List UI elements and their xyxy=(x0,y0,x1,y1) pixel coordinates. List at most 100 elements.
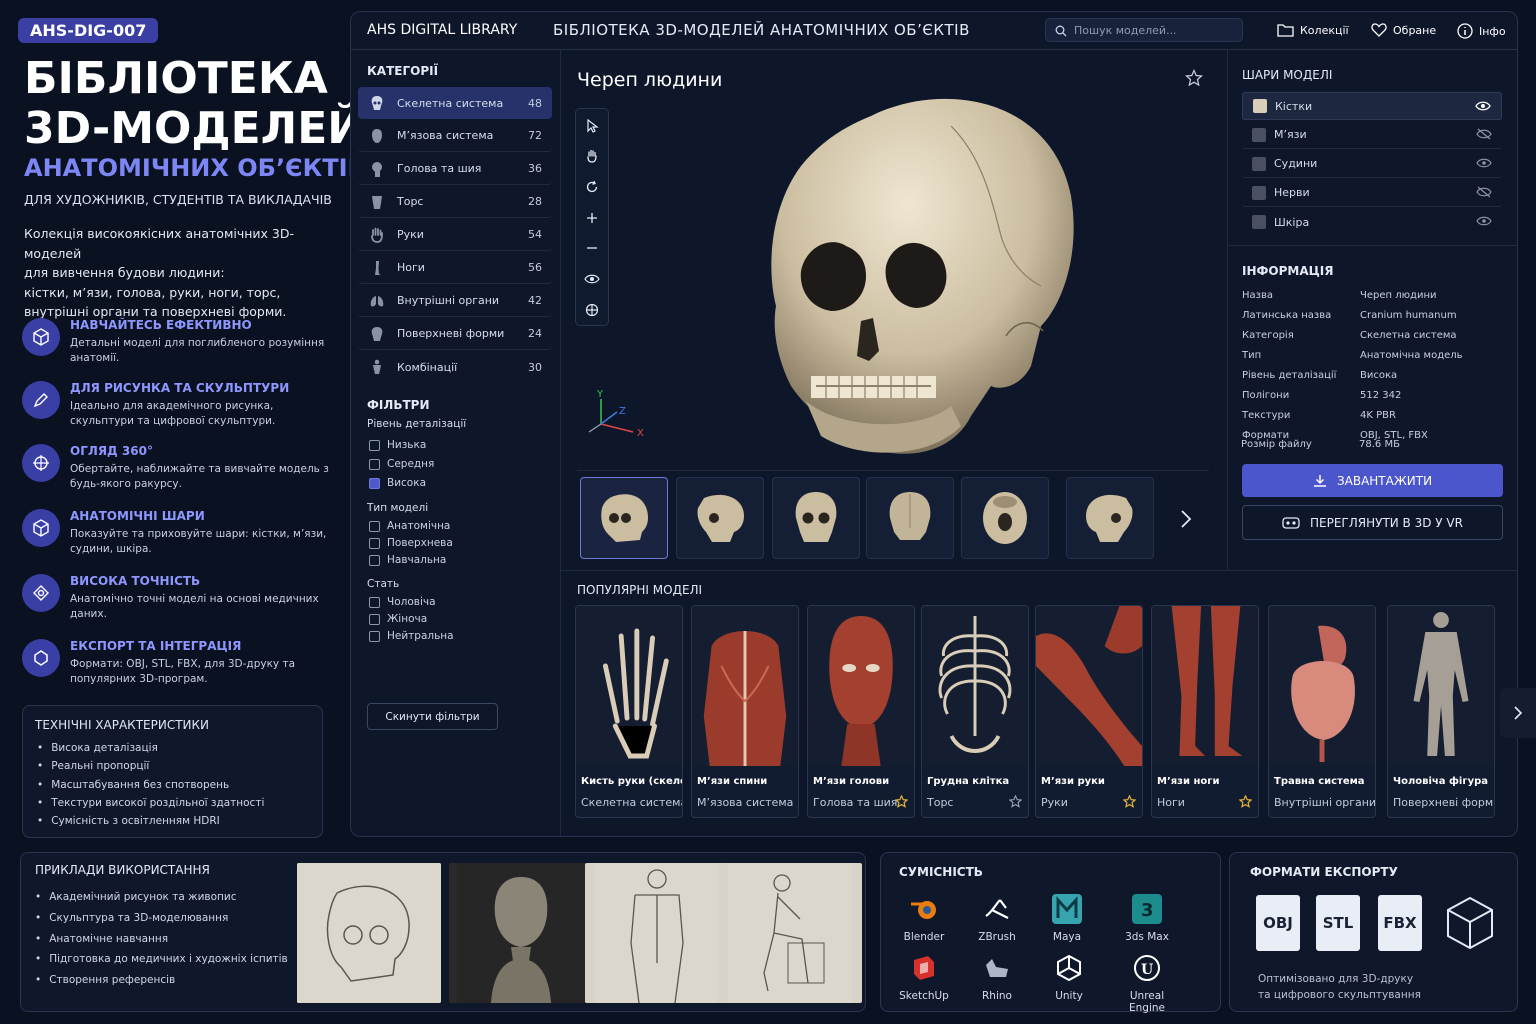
filter-detail-label: Рівень деталізації xyxy=(367,418,467,430)
search-input[interactable]: Пошук моделей... xyxy=(1045,18,1243,42)
info-key: Назва xyxy=(1242,290,1273,301)
info-value: Анатомічна модель xyxy=(1360,350,1463,361)
popular-next-button[interactable] xyxy=(1500,688,1536,738)
unity-icon xyxy=(1053,952,1085,984)
app-zbrush: ZBrush xyxy=(967,893,1027,943)
model-card-category: Скелетна система xyxy=(581,796,683,809)
thumbnail-right[interactable] xyxy=(1066,477,1154,559)
rotate-icon xyxy=(586,180,598,193)
feature-title: ОГЛЯД 360° xyxy=(70,444,153,458)
star-icon[interactable] xyxy=(1009,795,1022,808)
stl-format-icon[interactable]: STL xyxy=(1316,895,1360,951)
model-card[interactable]: М’язи голови Голова та шия xyxy=(807,605,915,818)
favorite-star-icon[interactable] xyxy=(1185,69,1203,87)
hero-audience: ДЛЯ ХУДОЖНИКІВ, СТУДЕНТІВ ТА ВИКЛАДАЧІВ xyxy=(24,192,332,207)
category-item-skeleton[interactable]: Скелетна система 48 xyxy=(358,87,552,119)
zoom-in-button[interactable] xyxy=(576,203,608,233)
filter-type-surface[interactable]: Поверхнева xyxy=(369,537,453,549)
eye-off-icon[interactable] xyxy=(1476,128,1492,140)
format-label: FBX xyxy=(1383,914,1417,932)
fbx-format-icon[interactable]: FBX xyxy=(1378,895,1422,951)
thumbnail-side[interactable] xyxy=(676,477,764,559)
filter-detail-medium[interactable]: Середня xyxy=(369,458,434,470)
skull-model-render[interactable] xyxy=(751,86,1091,466)
favorites-button[interactable]: Обране xyxy=(1371,23,1436,37)
model-card[interactable]: Кисть руки (скелет) Скелетна система xyxy=(575,605,683,818)
model-card[interactable]: Чоловіча фігура Поверхневі форми xyxy=(1387,605,1495,818)
thumbnail-back[interactable] xyxy=(866,477,954,559)
rotate-tool-button[interactable] xyxy=(576,172,608,202)
eye-icon[interactable] xyxy=(1476,215,1492,227)
filter-detail-high[interactable]: Висока xyxy=(369,477,426,489)
category-item-hands[interactable]: Руки 54 xyxy=(358,219,552,251)
layer-bones[interactable]: Кістки xyxy=(1242,92,1502,120)
star-icon[interactable] xyxy=(1123,795,1136,808)
thumbnail-base[interactable] xyxy=(961,477,1049,559)
rotate-360-icon xyxy=(22,444,60,482)
category-item-organs[interactable]: Внутрішні органи 42 xyxy=(358,285,552,317)
filter-sex-male[interactable]: Чоловіча xyxy=(369,596,436,608)
export-title: ФОРМАТИ ЕКСПОРТУ xyxy=(1250,865,1398,879)
vr-view-button[interactable]: ПЕРЕГЛЯНУТИ В 3D У VR xyxy=(1242,505,1503,540)
model-card[interactable]: М’язи спини М’язова система xyxy=(691,605,799,818)
layer-nerves[interactable]: Нерви xyxy=(1242,179,1502,207)
select-tool-button[interactable] xyxy=(576,111,608,141)
eye-icon[interactable] xyxy=(1475,100,1491,112)
category-item-combinations[interactable]: Комбінації 30 xyxy=(358,351,552,383)
tech-specs-list: Висока деталізація Реальні пропорції Мас… xyxy=(37,739,264,830)
category-item-muscles[interactable]: М’язова система 72 xyxy=(358,120,552,152)
thumbnail-front[interactable] xyxy=(772,477,860,559)
collections-button[interactable]: Колекції xyxy=(1277,23,1349,37)
head-muscles-image xyxy=(808,606,914,766)
eye-off-icon[interactable] xyxy=(1476,186,1492,198)
brand-name[interactable]: AHS DIGITAL LIBRARY xyxy=(367,22,517,38)
model-viewer[interactable]: Череп людини Y X Z xyxy=(561,50,1227,570)
category-count: 54 xyxy=(528,228,542,241)
download-button[interactable]: ЗАВАНТАЖИТИ xyxy=(1242,464,1503,497)
obj-format-icon[interactable]: OBJ xyxy=(1256,895,1300,951)
filter-type-educational[interactable]: Навчальна xyxy=(369,554,446,566)
filter-type-anatomical[interactable]: Анатомічна xyxy=(369,520,450,532)
layer-vessels[interactable]: Судини xyxy=(1242,150,1502,178)
star-icon[interactable] xyxy=(895,795,908,808)
eye-icon[interactable] xyxy=(1476,157,1492,169)
model-card[interactable]: Травна система Внутрішні органи xyxy=(1268,605,1376,818)
app-3dsmax: 3 3ds Max xyxy=(1117,893,1177,943)
star-icon[interactable] xyxy=(1239,795,1252,808)
filter-detail-low[interactable]: Низька xyxy=(369,439,426,451)
category-item-torso[interactable]: Торс 28 xyxy=(358,186,552,218)
layer-skin[interactable]: Шкіра xyxy=(1242,208,1502,236)
layer-swatch xyxy=(1252,215,1266,229)
category-item-surface[interactable]: Поверхневі форми 24 xyxy=(358,318,552,350)
reset-filters-button[interactable]: Скинути фільтри xyxy=(367,703,498,730)
info-key: Розмір файлу xyxy=(1241,439,1312,450)
model-card[interactable]: М’язи ноги Ноги xyxy=(1151,605,1259,818)
category-item-legs[interactable]: Ноги 56 xyxy=(358,252,552,284)
category-item-head[interactable]: Голова та шия 36 xyxy=(358,153,552,185)
head-icon xyxy=(368,160,386,178)
layer-swatch xyxy=(1252,185,1266,200)
zoom-out-button[interactable] xyxy=(576,233,608,263)
feature-title: ДЛЯ РИСУНКА ТА СКУЛЬПТУРИ xyxy=(70,381,290,395)
filters-title: ФІЛЬТРИ xyxy=(367,398,430,412)
filter-sex-female[interactable]: Жіноча xyxy=(369,613,427,625)
leg-muscles-image xyxy=(1152,606,1258,766)
thumbnail-front-left[interactable] xyxy=(580,477,668,559)
model-card[interactable]: Грудна клітка Торс xyxy=(921,605,1029,818)
model-card[interactable]: М’язи руки Руки xyxy=(1035,605,1143,818)
layer-muscles[interactable]: М’язи xyxy=(1242,121,1502,149)
grid-view-button[interactable] xyxy=(576,295,608,325)
check-icon xyxy=(369,477,380,489)
back-muscles-image xyxy=(692,606,798,766)
model-card-name: М’язи ноги xyxy=(1157,776,1220,787)
model-card-category: Внутрішні органи xyxy=(1274,796,1376,809)
app-unity: Unity xyxy=(1039,952,1099,1002)
chevron-right-icon[interactable] xyxy=(1179,509,1193,529)
visibility-button[interactable] xyxy=(576,264,608,294)
hand-icon xyxy=(368,226,386,244)
pan-tool-button[interactable] xyxy=(576,141,608,171)
filter-sex-neutral[interactable]: Нейтральна xyxy=(369,630,454,642)
hero-title-line2: 3D-МОДЕЛЕЙ xyxy=(24,103,365,154)
skull-thumbnail xyxy=(889,492,931,540)
info-button[interactable]: Інфо xyxy=(1457,23,1506,39)
